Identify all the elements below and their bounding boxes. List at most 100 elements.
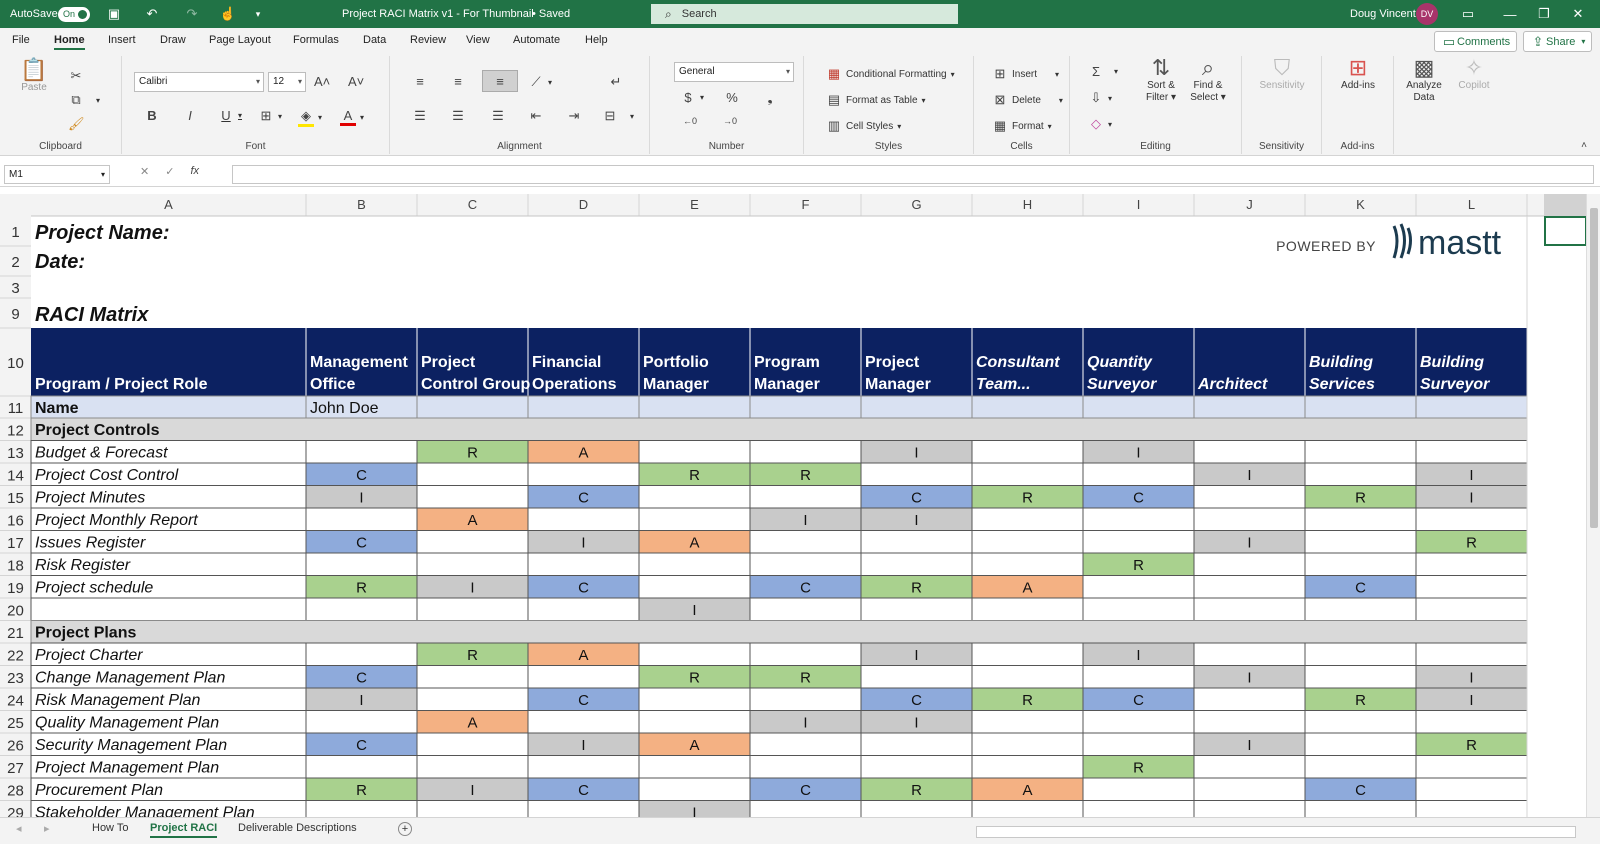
font-size-select[interactable]: 12 ▾ <box>268 72 306 92</box>
autosave-toggle[interactable]: On <box>58 6 90 22</box>
redo-icon[interactable]: ↷ <box>182 6 202 22</box>
menu-review[interactable]: Review <box>410 34 446 46</box>
menu-insert[interactable]: Insert <box>108 34 136 46</box>
grid-canvas[interactable]: A B C D E F G H I J K L 1 Project Name: POWERED BY mast… <box>0 194 1586 817</box>
formula-input[interactable] <box>232 165 1594 184</box>
italic-icon[interactable]: I <box>182 108 198 123</box>
tab-deliverable-descriptions[interactable]: Deliverable Descriptions <box>238 822 357 834</box>
menu-home[interactable]: Home <box>54 34 85 50</box>
confirm-entry-icon[interactable]: ✓ <box>165 165 174 184</box>
search-box[interactable]: ⌕ Search <box>651 4 958 24</box>
menu-formulas[interactable]: Formulas <box>293 34 339 46</box>
sensitivity-button-label: Sensitivity <box>1259 80 1305 91</box>
align-middle-icon[interactable]: ≡ <box>450 74 466 89</box>
raci-cell <box>1082 462 1195 486</box>
save-icon[interactable]: ▣ <box>104 6 124 22</box>
menu-draw[interactable]: Draw <box>160 34 186 46</box>
vertical-scroll-thumb[interactable] <box>1590 208 1598 528</box>
underline-icon[interactable]: U ▾ <box>218 108 242 123</box>
vertical-scrollbar[interactable] <box>1586 194 1600 817</box>
format-painter-icon[interactable]: 🖌 <box>68 116 85 132</box>
align-center-icon[interactable]: ☰ <box>450 108 466 124</box>
comments-button[interactable]: ▭ Comments <box>1434 31 1518 52</box>
format-as-table-button[interactable]: ▤ Format as Table ▾ <box>826 92 926 108</box>
currency-icon[interactable]: $ ▾ <box>680 90 704 105</box>
tab-scroll-left-icon[interactable]: ◂ <box>16 822 22 835</box>
customize-toolbar-icon[interactable]: ▾ <box>248 9 268 20</box>
raci-value: C <box>578 490 589 507</box>
sort-filter-button[interactable]: ⇅ Sort & Filter ▾ <box>1138 57 1184 104</box>
fill-icon[interactable]: ⇩ ▾ <box>1088 90 1112 106</box>
align-left-icon[interactable]: ☰ <box>412 108 428 124</box>
increase-font-icon[interactable]: A˄ <box>314 74 330 89</box>
comma-style-icon[interactable]: ❟ <box>762 90 778 106</box>
percent-icon[interactable]: % <box>724 90 740 105</box>
save-status[interactable]: • Saved <box>532 0 570 28</box>
avatar[interactable]: DV <box>1416 3 1438 25</box>
undo-icon[interactable]: ↶ <box>142 6 162 22</box>
name-box[interactable]: M1 ▾ <box>4 165 110 184</box>
increase-indent-icon[interactable]: ⇥ <box>566 108 582 124</box>
autosum-icon[interactable]: Σ ▾ <box>1088 64 1118 79</box>
spreadsheet-grid[interactable]: A B C D E F G H I J K L 1 Project Name: POWERED BY mast… <box>0 194 1586 817</box>
bold-icon[interactable]: B <box>144 108 160 123</box>
menu-page-layout[interactable]: Page Layout <box>209 34 271 46</box>
orientation-icon[interactable]: ⟋ ▾ <box>528 74 552 90</box>
insert-cells-label: Insert <box>1012 68 1038 80</box>
menu-help[interactable]: Help <box>585 34 608 46</box>
document-title[interactable]: Project RACI Matrix v1 - For Thumbnail <box>342 0 534 28</box>
decrease-decimal-icon[interactable]: →0 <box>722 116 738 126</box>
tab-how-to[interactable]: How To <box>92 822 128 834</box>
font-name-select[interactable]: Calibri ▾ <box>134 72 264 92</box>
minimize-icon[interactable]: — <box>1500 0 1520 28</box>
restore-icon[interactable]: ❐ <box>1534 0 1554 28</box>
cell-styles-button[interactable]: ▥ Cell Styles ▾ <box>826 118 901 134</box>
raci-cell <box>1415 507 1528 531</box>
menu-data[interactable]: Data <box>363 34 386 46</box>
align-right-icon[interactable]: ☰ <box>490 108 506 124</box>
align-bottom-icon[interactable]: ≡ <box>482 70 518 92</box>
borders-icon[interactable]: ⊞ ▾ <box>258 108 282 124</box>
align-top-icon[interactable]: ≡ <box>412 74 428 89</box>
conditional-formatting-button[interactable]: ▦ Conditional Formatting ▾ <box>826 66 955 82</box>
menu-view[interactable]: View <box>466 34 490 46</box>
cut-icon[interactable]: ✂ <box>68 68 84 84</box>
insert-function-icon[interactable]: fx <box>190 165 199 184</box>
insert-cells-button[interactable]: ⊞ Insert ▾ <box>992 66 1059 82</box>
clear-icon[interactable]: ◇ ▾ <box>1088 116 1112 132</box>
autosave-toggle-wrap: On <box>58 0 90 28</box>
format-cells-button[interactable]: ▦ Format ▾ <box>992 118 1052 134</box>
horizontal-scrollbar[interactable] <box>976 826 1576 838</box>
cancel-entry-icon[interactable]: ✕ <box>140 165 149 184</box>
share-button[interactable]: ⇪ Share ▾ <box>1523 31 1593 52</box>
raci-value: R <box>1133 557 1144 574</box>
raci-cell <box>638 507 751 531</box>
number-format-select[interactable]: General ▾ <box>674 62 794 82</box>
wrap-text-icon[interactable]: ↵ <box>608 74 624 90</box>
analyze-data-button[interactable]: ▩ Analyze Data <box>1400 57 1448 104</box>
increase-decimal-icon[interactable]: ←0 <box>682 116 698 126</box>
sensitivity-button[interactable]: ⛉ Sensitivity <box>1256 57 1308 92</box>
delete-cells-button[interactable]: ⊠ Delete ▾ <box>992 92 1063 108</box>
collapse-ribbon-icon[interactable]: ˄ <box>1576 140 1592 151</box>
ribbon-display-icon[interactable]: ▭ <box>1458 0 1478 28</box>
find-select-button[interactable]: ⌕ Find & Select ▾ <box>1184 57 1232 104</box>
user-name[interactable]: Doug Vincent <box>1350 0 1416 28</box>
add-sheet-button[interactable]: + <box>398 822 412 836</box>
paste-button[interactable]: 📋 Paste <box>14 59 54 94</box>
copilot-button[interactable]: ✧ Copilot <box>1450 57 1498 92</box>
tab-scroll-right-icon[interactable]: ▸ <box>44 822 50 835</box>
close-icon[interactable]: ✕ <box>1568 0 1588 28</box>
copy-icon[interactable]: ⧉ ▾ <box>68 92 100 108</box>
addins-button[interactable]: ⊞ Add-ins <box>1334 57 1382 92</box>
font-color-icon[interactable]: A ▾ <box>340 108 364 126</box>
merge-center-icon[interactable]: ⊟ ▾ <box>602 108 634 124</box>
touch-mode-icon[interactable]: ☝ <box>218 6 238 22</box>
menu-file[interactable]: File <box>12 34 30 46</box>
decrease-font-icon[interactable]: A˅ <box>348 74 364 89</box>
fill-color-icon[interactable]: ◈ ▾ <box>298 108 322 127</box>
menu-automate[interactable]: Automate <box>513 34 560 46</box>
search-icon: ⌕ <box>665 6 672 21</box>
tab-project-raci[interactable]: Project RACI <box>150 822 218 838</box>
decrease-indent-icon[interactable]: ⇤ <box>528 108 544 124</box>
